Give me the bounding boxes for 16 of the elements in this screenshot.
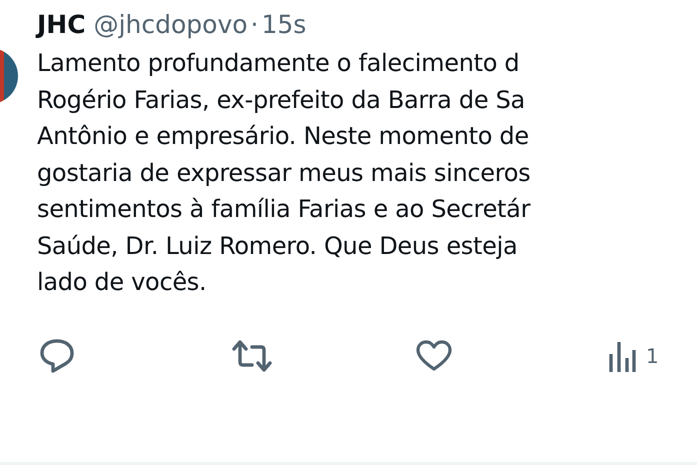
views-count: 1	[646, 344, 659, 368]
separator-dot: ·	[250, 10, 258, 39]
post-text-line: lado de vocês.	[37, 267, 208, 298]
repost-icon[interactable]	[231, 338, 273, 372]
post-text-line: Lamento profundamente o falecimento d	[37, 48, 520, 79]
heart-icon[interactable]	[416, 340, 452, 372]
post-text-line: Antônio e empresário. Neste momento de	[37, 121, 530, 152]
post-text-line: gostaria de expressar meus mais sinceros	[37, 158, 532, 188]
author-handle[interactable]: @jhcdopovo	[94, 10, 248, 39]
reply-icon[interactable]	[39, 338, 75, 372]
post-text-line: sentimentos à família Farias e ao Secretár	[37, 194, 532, 225]
post-time[interactable]: 15s	[262, 10, 306, 39]
views-chart-icon[interactable]	[608, 340, 636, 372]
author-name[interactable]: JHC	[37, 10, 86, 39]
post-text-line: Rogério Farias, ex-prefeito da Barra de Sa	[37, 84, 526, 116]
post-text-line: Saúde, Dr. Luiz Romero. Que Deus esteja	[37, 230, 518, 262]
